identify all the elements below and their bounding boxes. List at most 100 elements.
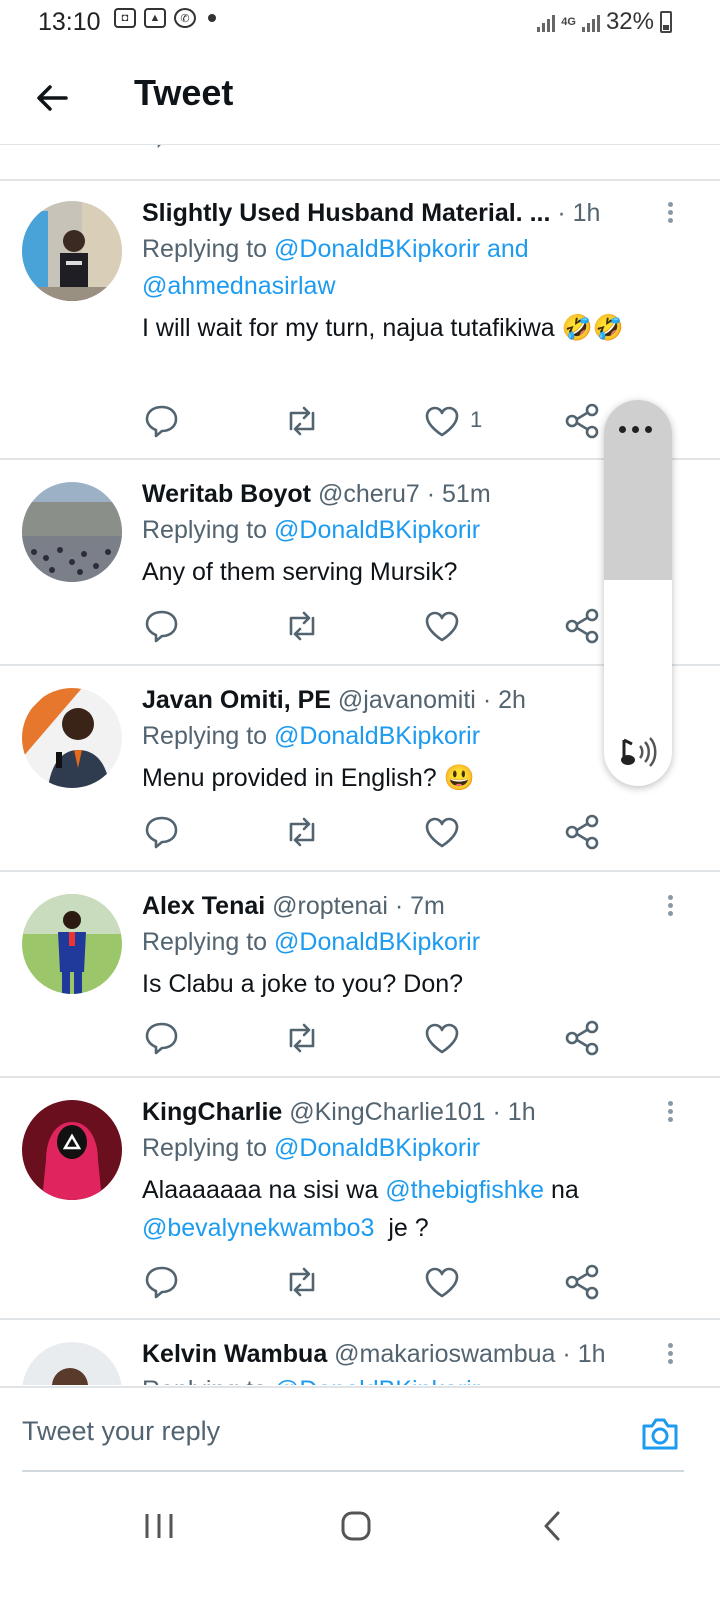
tweet-time: · 2h — [482, 686, 526, 714]
retweet-icon[interactable] — [284, 145, 320, 157]
mention-link[interactable]: @bevalynekwambo3 — [142, 1214, 374, 1242]
retweet-icon[interactable] — [282, 812, 322, 852]
reply-icon[interactable] — [142, 401, 182, 441]
tweet-text-part: na — [544, 1176, 579, 1204]
status-bar: 13:10 ◘ ▲ ✆ 4G 32% — [0, 0, 720, 44]
mention-link[interactable]: @DonaldBKipkorir — [274, 722, 480, 750]
tweet-actions — [142, 812, 622, 852]
heart-icon[interactable] — [424, 145, 460, 157]
author-name[interactable]: Kelvin Wambua — [142, 1340, 327, 1368]
signal-icon-2 — [581, 12, 600, 32]
share-icon[interactable] — [564, 145, 600, 157]
like-count: 1 — [470, 407, 483, 432]
heart-icon[interactable] — [422, 606, 462, 646]
reply-icon[interactable] — [142, 1262, 182, 1302]
avatar[interactable] — [22, 201, 122, 301]
tweet-text: I will wait for my turn, najua tutafikiw… — [142, 314, 624, 342]
author-name[interactable]: Javan Omiti, PE — [142, 686, 331, 714]
heart-icon[interactable] — [422, 1018, 462, 1058]
replying-to: Replying to @DonaldBKipkorir — [142, 924, 680, 961]
recent-apps-icon[interactable] — [144, 1512, 174, 1540]
author-name[interactable]: Weritab Boyot — [142, 480, 311, 508]
reply-icon[interactable] — [142, 606, 182, 646]
avatar[interactable] — [22, 482, 122, 582]
tweet-reply[interactable]: Kelvin Wambua @makarioswambua · 1h Reply… — [0, 1320, 720, 1385]
author-handle[interactable]: @cheru7 — [318, 480, 420, 508]
tweet-reply[interactable]: KingCharlie @KingCharlie101 · 1h Replyin… — [0, 1078, 720, 1320]
tweet-meta: Slightly Used Husband Material. ... · 1h — [142, 195, 680, 231]
avatar[interactable] — [22, 894, 122, 994]
nav-back-icon[interactable] — [540, 1510, 564, 1542]
home-icon[interactable] — [340, 1510, 372, 1542]
reply-icon[interactable] — [144, 145, 180, 157]
reply-input-underline — [22, 1470, 684, 1472]
reply-icon[interactable] — [142, 812, 182, 852]
author-handle[interactable]: @makarioswambua — [334, 1340, 555, 1368]
avatar[interactable] — [22, 1100, 122, 1200]
mention-link[interactable]: @thebigfishke — [385, 1176, 544, 1204]
replying-prefix: Replying to — [142, 235, 275, 263]
share-icon[interactable] — [562, 1018, 602, 1058]
tweet-time: · 1h — [562, 1340, 606, 1368]
author-handle[interactable]: @javanomiti — [338, 686, 476, 714]
volume-slider[interactable] — [604, 400, 672, 786]
notification-icons: ◘ ▲ ✆ — [114, 8, 216, 28]
tweet-text-part: Alaaaaaaa na sisi wa — [142, 1176, 386, 1204]
tweet-meta: KingCharlie @KingCharlie101 · 1h — [142, 1094, 680, 1130]
tweet-time: · 1h — [557, 199, 601, 227]
author-name[interactable]: KingCharlie — [142, 1098, 282, 1126]
retweet-icon[interactable] — [282, 1262, 322, 1302]
share-icon[interactable] — [562, 812, 602, 852]
author-name[interactable]: Alex Tenai — [142, 892, 265, 920]
retweet-icon[interactable] — [282, 1018, 322, 1058]
share-icon[interactable] — [562, 606, 602, 646]
retweet-icon[interactable] — [282, 606, 322, 646]
avatar[interactable] — [22, 1342, 122, 1385]
battery-percent: 32% — [605, 8, 654, 35]
mention-link[interactable]: @DonaldBKipkorir — [274, 516, 480, 544]
volume-more-icon[interactable] — [619, 426, 652, 433]
author-name[interactable]: Slightly Used Husband Material. ... — [142, 199, 550, 227]
gallery-icon: ▲ — [144, 8, 166, 28]
more-options-icon[interactable] — [666, 199, 674, 226]
tweet-time: · 7m — [394, 892, 445, 920]
replying-prefix: Replying to — [142, 722, 275, 750]
camera-icon[interactable] — [640, 1416, 680, 1452]
page-title: Tweet — [134, 72, 234, 113]
share-icon[interactable] — [562, 401, 602, 441]
tweet-reply[interactable]: Alex Tenai @roptenai · 7m Replying to @D… — [0, 872, 720, 1078]
reply-icon[interactable] — [142, 1018, 182, 1058]
reply-bar: Tweet your reply — [0, 1386, 720, 1474]
replying-prefix: Replying to — [142, 1134, 275, 1162]
author-handle[interactable]: @roptenai — [272, 892, 388, 920]
more-options-icon[interactable] — [666, 1340, 674, 1367]
tweet-meta: Javan Omiti, PE @javanomiti · 2h — [142, 682, 680, 718]
signal-icon — [537, 12, 556, 32]
tweet-actions — [142, 1018, 622, 1058]
tweet-text: Menu provided in English? 😃 — [142, 764, 475, 792]
heart-icon[interactable] — [422, 1262, 462, 1302]
tweet-meta: Kelvin Wambua @makarioswambua · 1h — [142, 1336, 680, 1372]
replying-prefix: Replying to — [142, 1376, 274, 1385]
mention-link[interactable]: @DonaldBKipkorir — [274, 1134, 480, 1162]
tweet-actions — [142, 606, 622, 646]
tweet-actions: 1 — [142, 401, 622, 441]
heart-icon[interactable] — [422, 812, 462, 852]
mention-link[interactable]: @DonaldBKipkorir — [274, 928, 480, 956]
mention-link[interactable]: @DonaldBKipkorir — [274, 1376, 480, 1385]
system-nav-bar — [0, 1474, 720, 1600]
status-right: 4G 32% — [537, 8, 672, 36]
avatar[interactable] — [22, 688, 122, 788]
tweet-text: Alaaaaaaa na sisi wa @thebigfishke na @b… — [142, 1171, 680, 1247]
reply-input[interactable]: Tweet your reply — [22, 1416, 220, 1447]
previous-tweet-actions — [0, 145, 720, 181]
more-options-icon[interactable] — [666, 892, 674, 919]
author-handle[interactable]: @KingCharlie101 — [289, 1098, 485, 1126]
more-options-icon[interactable] — [666, 1098, 674, 1125]
media-volume-icon[interactable] — [618, 734, 658, 770]
share-icon[interactable] — [562, 1262, 602, 1302]
back-arrow-icon[interactable] — [30, 76, 74, 120]
retweet-icon[interactable] — [282, 401, 322, 441]
tweet-time: · 51m — [426, 480, 491, 508]
heart-icon[interactable] — [422, 401, 462, 441]
